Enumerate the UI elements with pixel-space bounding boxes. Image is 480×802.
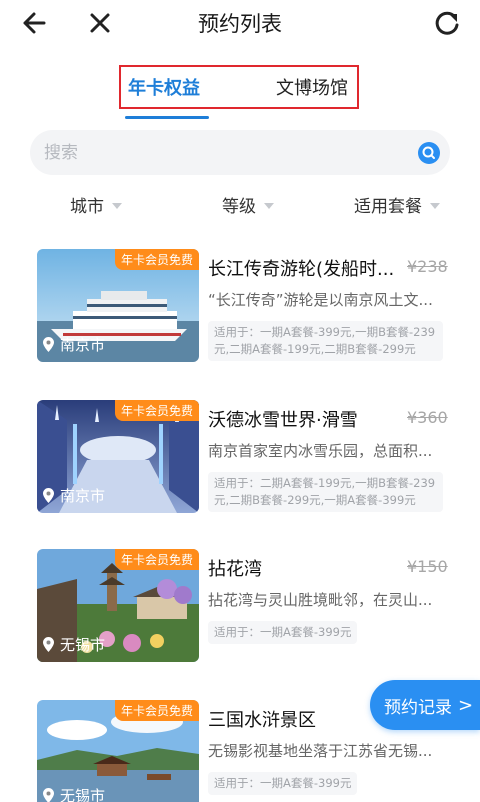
item-thumbnail: 年卡会员免费 无锡市: [37, 700, 199, 802]
applicable-plans: 适用于：一期A套餐-399元,一期B套餐-239元,二期A套餐-199元,二期B…: [208, 321, 443, 361]
city-name: 南京市: [60, 487, 106, 505]
caret-down-icon: [430, 202, 440, 209]
location-label: 南京市: [43, 334, 105, 355]
caret-down-icon: [112, 202, 122, 209]
city-name: 南京市: [60, 336, 106, 354]
search-button[interactable]: [418, 142, 440, 164]
item-thumbnail: 年卡会员免费 南京市: [37, 249, 199, 362]
active-tab-indicator: [125, 116, 209, 119]
original-price: ¥238: [407, 257, 448, 276]
caret-down-icon: [264, 202, 274, 209]
applicable-plans: 适用于：一期A套餐-399元: [208, 621, 358, 644]
page-title: 预约列表: [198, 12, 282, 36]
list-item[interactable]: 年卡会员免费 无锡市 拈花湾 ¥150 拈花湾与灵山胜境毗邻，在灵山... 适用…: [37, 549, 448, 664]
member-free-badge: 年卡会员免费: [114, 700, 199, 721]
list-item[interactable]: 年卡会员免费 南京市 沃德冰雪世界·滑雪 ¥360 南京首家室内冰雪乐园，总面积…: [37, 400, 448, 515]
booking-records-label: 预约记录: [384, 697, 452, 718]
original-price: ¥360: [407, 408, 448, 427]
filter-level-label: 等级: [222, 197, 256, 217]
top-bar: 预约列表: [0, 0, 480, 48]
list-item[interactable]: 年卡会员免费 南京市 长江传奇游轮(发船时... ¥238 “长江传奇”游轮是以…: [37, 249, 448, 364]
item-name: 长江传奇游轮(发船时...: [208, 259, 395, 280]
filter-level[interactable]: 等级: [222, 192, 274, 217]
location-pin-icon: [43, 488, 54, 503]
booking-records-button[interactable]: 预约记录 >: [370, 680, 480, 730]
search-input[interactable]: [44, 130, 404, 175]
city-name: 无锡市: [60, 787, 106, 802]
applicable-plans: 适用于：一期A套餐-399元: [208, 772, 358, 795]
search-bar: [30, 130, 450, 175]
member-free-badge: 年卡会员免费: [114, 400, 199, 421]
item-thumbnail: 年卡会员免费 南京市: [37, 400, 199, 513]
filter-plan-label: 适用套餐: [354, 197, 422, 217]
location-label: 无锡市: [43, 785, 105, 802]
filter-city[interactable]: 城市: [70, 192, 122, 217]
refresh-icon[interactable]: [429, 5, 465, 41]
original-price: ¥150: [407, 557, 448, 576]
location-label: 南京市: [43, 485, 105, 506]
item-description: “长江传奇”游轮是以南京风土文...: [208, 291, 433, 309]
member-free-badge: 年卡会员免费: [114, 249, 199, 270]
item-name: 拈花湾: [208, 559, 262, 580]
search-icon: [422, 146, 435, 159]
item-description: 南京首家室内冰雪乐园，总面积...: [208, 442, 433, 460]
location-pin-icon: [43, 788, 54, 802]
filter-plan[interactable]: 适用套餐: [354, 192, 440, 217]
chevron-right-icon: >: [458, 694, 474, 716]
location-pin-icon: [43, 637, 54, 652]
city-name: 无锡市: [60, 636, 106, 654]
location-label: 无锡市: [43, 634, 105, 655]
applicable-plans: 适用于：二期A套餐-199元,一期B套餐-239元,二期B套餐-299元,一期A…: [208, 472, 443, 512]
item-name: 沃德冰雪世界·滑雪: [208, 410, 358, 431]
tabs-highlight-box: [119, 65, 359, 109]
filter-city-label: 城市: [70, 197, 104, 217]
filter-bar: 城市 等级 适用套餐: [0, 188, 480, 224]
item-thumbnail: 年卡会员免费 无锡市: [37, 549, 199, 662]
location-pin-icon: [43, 337, 54, 352]
member-free-badge: 年卡会员免费: [114, 549, 199, 570]
item-description: 无锡影视基地坐落于江苏省无锡...: [208, 742, 433, 760]
item-description: 拈花湾与灵山胜境毗邻，在灵山...: [208, 591, 433, 609]
